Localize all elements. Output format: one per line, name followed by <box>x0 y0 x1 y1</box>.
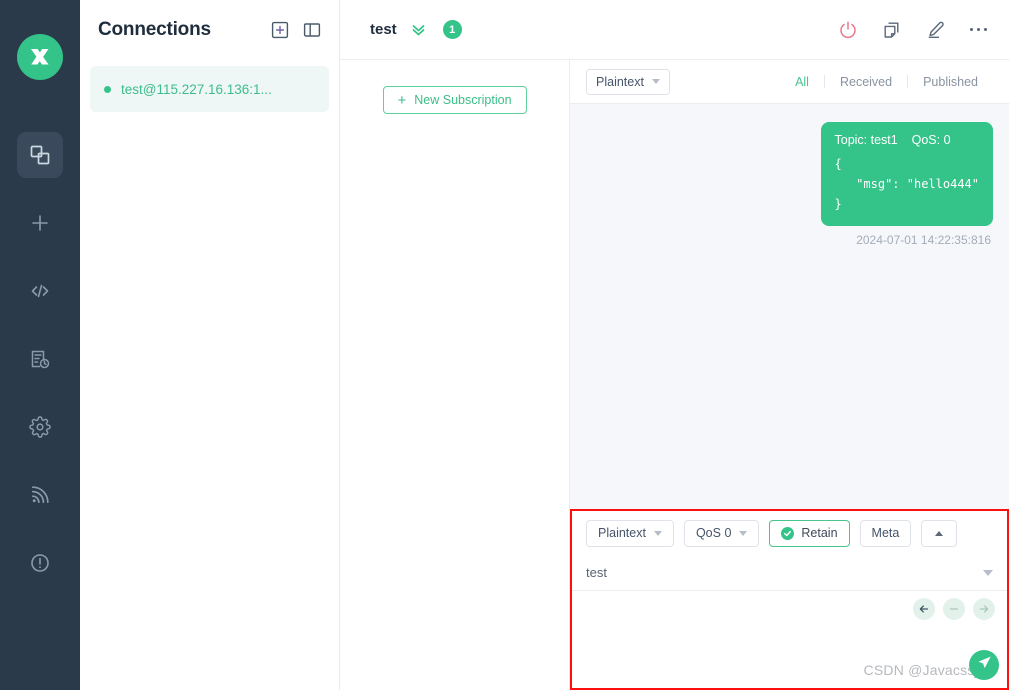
send-icon <box>976 654 993 676</box>
chevron-down-icon <box>653 530 662 536</box>
log-history-icon <box>29 348 51 370</box>
history-clear-button[interactable] <box>943 598 965 620</box>
tab-received[interactable]: Received <box>825 75 907 89</box>
app-window: Connections test@115.227.16.136:1... tes… <box>0 0 1009 690</box>
sidebar-item-new-connection[interactable] <box>17 200 63 246</box>
collapse-publish-button[interactable] <box>921 519 958 547</box>
history-prev-button[interactable] <box>913 598 935 620</box>
connections-icon <box>29 144 51 166</box>
sidebar-item-settings[interactable] <box>17 404 63 450</box>
page-title: Connections <box>98 19 211 40</box>
rail-item-list <box>0 132 80 608</box>
message-item: Topic: test1 QoS: 0 { "msg": "hello444" … <box>820 122 993 248</box>
message-format-select[interactable]: Plaintext <box>586 68 670 95</box>
plus-square-icon[interactable] <box>271 21 289 39</box>
new-subscription-button[interactable]: + New Subscription <box>382 86 527 114</box>
code-icon <box>29 280 51 302</box>
publish-toolbar: Plaintext QoS 0 Retain Meta <box>572 511 1007 555</box>
publish-history-nav <box>913 598 995 620</box>
message-payload: { "msg": "hello444" } <box>834 157 980 211</box>
connection-name: test@115.227.16.136:1... <box>121 81 272 97</box>
subscriptions-panel: + New Subscription <box>340 60 570 690</box>
connections-header-actions <box>271 21 321 39</box>
message-panel: Plaintext All Received Published Topic: … <box>570 60 1009 690</box>
message-timestamp: 2024-07-01 14:22:35:816 <box>856 233 991 248</box>
publish-format-select[interactable]: Plaintext <box>586 519 674 547</box>
chevron-down-icon <box>651 79 660 84</box>
plus-icon: + <box>397 91 407 109</box>
main-area: test 1 + New Subscription Plaintext All … <box>340 0 1009 690</box>
main-body: + New Subscription Plaintext All Receive… <box>340 60 1009 690</box>
message-list[interactable]: Topic: test1 QoS: 0 { "msg": "hello444" … <box>570 104 1009 509</box>
tab-published[interactable]: Published <box>908 75 993 89</box>
pencil-icon[interactable] <box>926 20 946 40</box>
history-next-button[interactable] <box>973 598 995 620</box>
message-meta: Topic: test1 QoS: 0 <box>834 133 951 147</box>
retain-label: Retain <box>801 526 838 540</box>
mqttx-logo-icon <box>17 34 63 80</box>
publish-qos-value: QoS 0 <box>695 526 732 540</box>
plus-icon <box>29 212 51 234</box>
status-badge: 1 <box>442 20 462 39</box>
message-bubble[interactable]: Topic: test1 QoS: 0 { "msg": "hello444" … <box>820 122 993 227</box>
main-topbar: test 1 <box>340 0 1009 60</box>
sidebar-item-broadcast[interactable] <box>17 472 63 518</box>
connections-panel: Connections test@115.227.16.136:1... <box>80 0 340 690</box>
left-icon-rail <box>0 0 80 690</box>
dot <box>976 27 980 32</box>
tab-all[interactable]: All <box>780 75 824 89</box>
message-filter-tabs: All Received Published <box>780 75 993 89</box>
message-toolbar: Plaintext All Received Published <box>570 60 1009 104</box>
retain-checkbox[interactable]: Retain <box>769 519 850 547</box>
status-dot-icon <box>104 85 111 93</box>
check-icon <box>781 526 795 540</box>
chevron-up-icon <box>935 530 944 536</box>
new-subscription-label: New Subscription <box>414 93 512 107</box>
ellipsis-icon[interactable] <box>969 27 987 32</box>
broadcast-icon <box>29 484 51 506</box>
copy-icon[interactable] <box>882 20 902 40</box>
double-chevron-down-icon[interactable] <box>410 21 427 38</box>
list-item[interactable]: test@115.227.16.136:1... <box>90 66 329 112</box>
publish-panel: Plaintext QoS 0 Retain Meta test CSDN @J… <box>570 509 1009 690</box>
meta-button[interactable]: Meta <box>859 519 912 547</box>
chevron-down-icon <box>739 530 748 536</box>
meta-label: Meta <box>871 526 900 540</box>
sidebar-item-scripts[interactable] <box>17 268 63 314</box>
gear-icon <box>29 416 51 438</box>
sidebar-item-connections[interactable] <box>17 132 63 178</box>
power-icon[interactable] <box>838 20 858 40</box>
chevron-down-icon[interactable] <box>983 569 993 576</box>
topbar-actions <box>838 20 987 40</box>
dot <box>969 27 973 32</box>
publish-format-value: Plaintext <box>598 526 646 540</box>
connection-title: test <box>370 21 397 38</box>
sidebar-item-about[interactable] <box>17 540 63 586</box>
publish-payload-editor[interactable]: CSDN @Javacssjsp <box>572 591 1007 688</box>
info-circle-icon <box>29 552 51 574</box>
message-format-value: Plaintext <box>596 74 644 89</box>
connection-list: test@115.227.16.136:1... <box>80 60 339 112</box>
dot <box>983 27 987 32</box>
connections-header: Connections <box>80 0 339 60</box>
sidebar-item-log[interactable] <box>17 336 63 382</box>
publish-qos-select[interactable]: QoS 0 <box>683 519 760 547</box>
send-button[interactable] <box>969 650 999 680</box>
panel-layout-icon[interactable] <box>303 21 321 39</box>
publish-topic-row[interactable]: test <box>572 555 1007 591</box>
publish-topic-input[interactable]: test <box>586 565 983 580</box>
